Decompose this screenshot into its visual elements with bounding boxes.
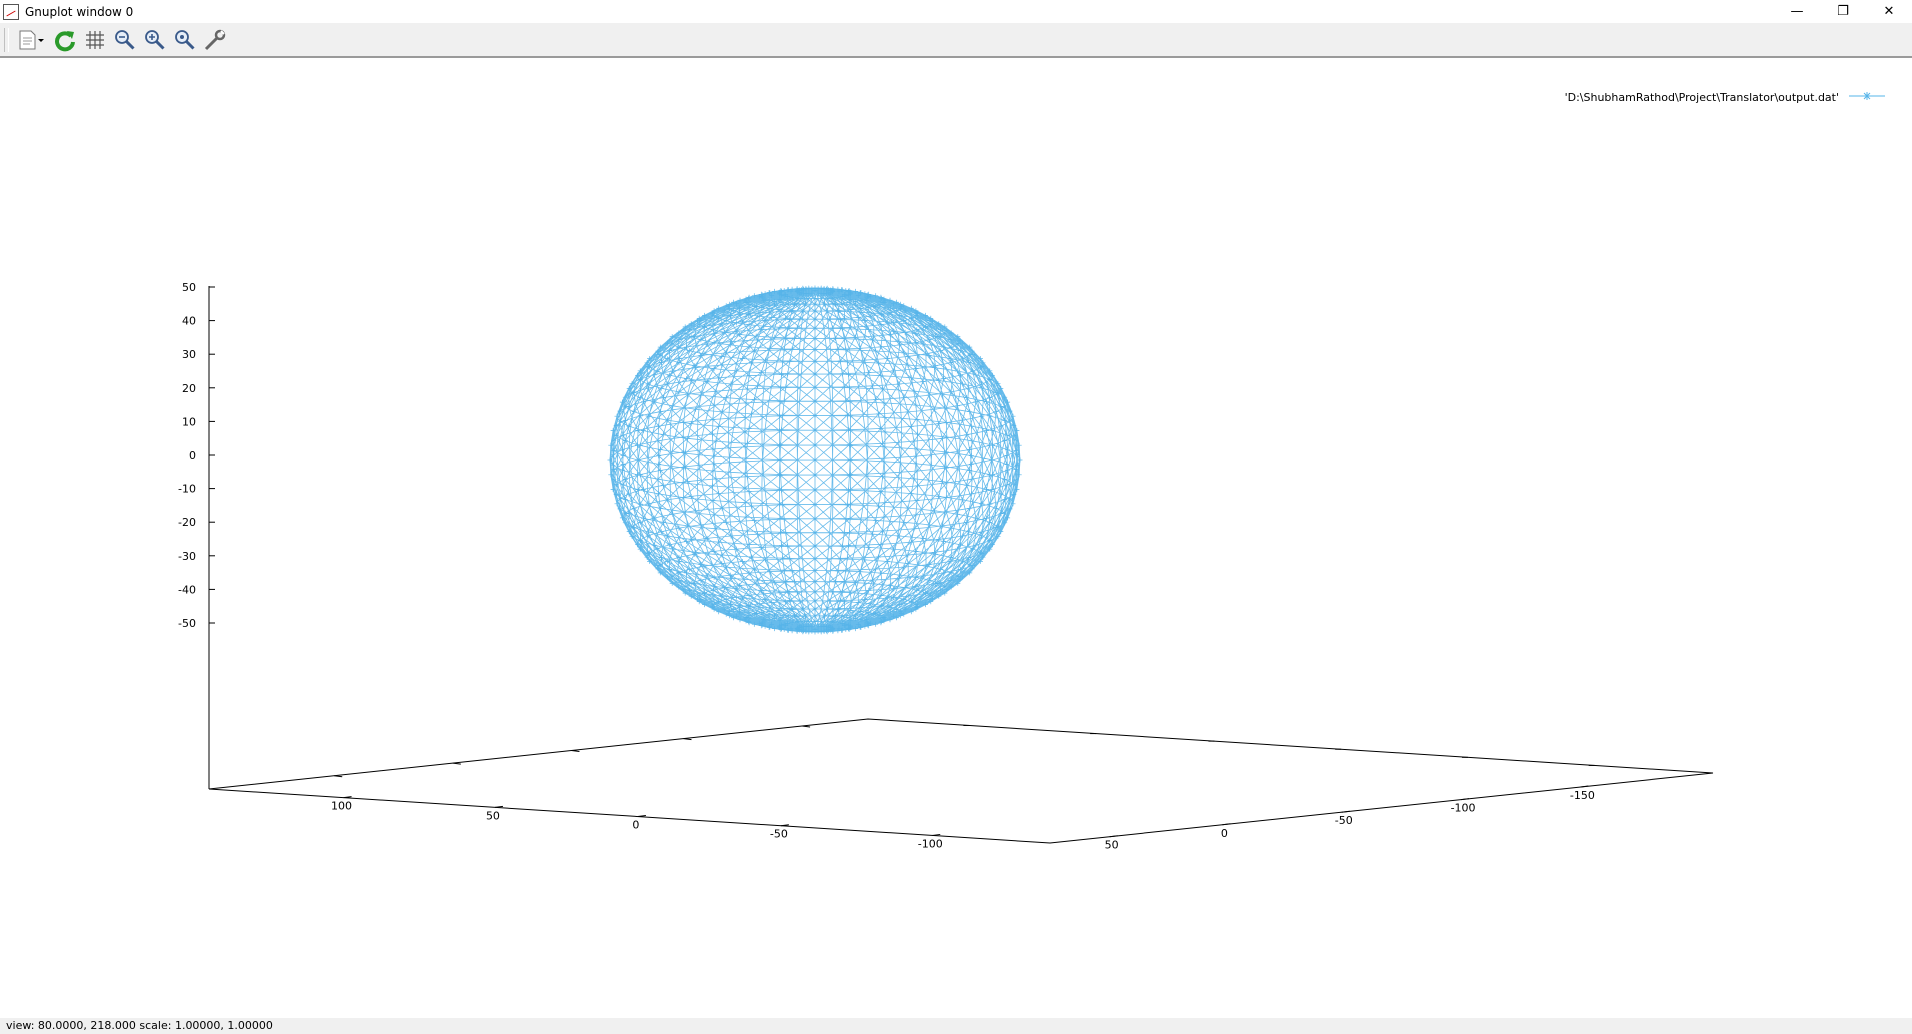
status-text: view: 80.0000, 218.000 scale: 1.00000, 1… [6, 1019, 273, 1032]
z-tick-label: -20 [178, 516, 196, 529]
x-tick [932, 833, 941, 836]
plot-svg: 'D:\ShubhamRathod\Project\Translator\out… [178, 91, 1885, 852]
window-title: Gnuplot window 0 [25, 4, 134, 19]
refresh-icon [55, 30, 75, 51]
y-tick [1109, 835, 1118, 838]
autoscale-button[interactable] [172, 26, 198, 54]
z-tick-label: 0 [189, 449, 196, 462]
close-button[interactable]: ✕ [1866, 0, 1912, 23]
plot-canvas[interactable]: 'D:\ShubhamRathod\Project\Translator\out… [0, 58, 1912, 1018]
z-tick-label: -40 [178, 583, 196, 596]
x-tick [343, 796, 352, 799]
restore-button[interactable]: ❐ [1820, 0, 1866, 23]
x-tick [780, 824, 789, 827]
x-tick-label: 100 [331, 800, 352, 813]
y-tick-label: -150 [1570, 789, 1595, 802]
options-button[interactable] [202, 26, 228, 54]
copy-print-menu-button[interactable] [14, 26, 48, 54]
previous-zoom-button[interactable] [112, 26, 138, 54]
z-tick-label: -10 [178, 483, 196, 496]
status-bar: view: 80.0000, 218.000 scale: 1.00000, 1… [0, 1018, 1912, 1034]
zoom-fit-icon [175, 29, 195, 50]
legend-line-sample [1849, 92, 1885, 100]
back-tick [683, 738, 692, 741]
legend-label: 'D:\ShubhamRathod\Project\Translator\out… [1565, 91, 1839, 104]
y-tick [1580, 785, 1589, 788]
x-tick-label: 50 [486, 809, 500, 822]
y-tick-label: 50 [1105, 839, 1119, 852]
sphere-wireframe [607, 285, 1023, 635]
legend: 'D:\ShubhamRathod\Project\Translator\out… [1565, 91, 1885, 104]
next-zoom-button[interactable] [142, 26, 168, 54]
zoom-in-icon [145, 29, 165, 50]
z-tick-label: 40 [182, 315, 196, 328]
legend-marker [1863, 92, 1871, 100]
toolbar [0, 23, 1912, 58]
z-tick-label: -30 [178, 550, 196, 563]
back-tick [452, 762, 461, 765]
z-tick-label: 50 [182, 281, 196, 294]
grid-icon [86, 30, 104, 49]
x-tick-label: -50 [770, 828, 788, 841]
y-tick [1222, 823, 1231, 826]
back-tick [802, 725, 811, 728]
back-tick [334, 775, 343, 778]
sphere-point-markers [607, 285, 1023, 635]
zoom-out-icon [115, 29, 135, 50]
x-tick-label: -100 [918, 837, 943, 850]
toggle-grid-button[interactable] [82, 26, 108, 54]
replot-button[interactable] [52, 26, 78, 54]
z-tick-label: -50 [178, 617, 196, 630]
window-controls: — ❐ ✕ [1774, 0, 1912, 23]
gnuplot-app-icon [3, 3, 19, 20]
y-tick-label: 0 [1221, 827, 1228, 840]
z-tick-label: 20 [182, 382, 196, 395]
title-bar: Gnuplot window 0 — ❐ ✕ [0, 0, 1912, 23]
z-tick-label: 10 [182, 415, 196, 428]
wrench-icon [204, 29, 226, 50]
minimize-button[interactable]: — [1774, 0, 1820, 23]
y-tick-label: -100 [1451, 802, 1476, 815]
x-tick [637, 815, 646, 818]
z-tick-label: 30 [182, 348, 196, 361]
x-tick [494, 805, 504, 808]
back-tick [571, 750, 580, 752]
document-icon [19, 30, 44, 49]
toolbar-grip[interactable] [4, 27, 9, 52]
y-tick [1460, 798, 1470, 801]
y-tick [1341, 810, 1350, 813]
base-plane [208, 718, 1714, 844]
y-tick-label: -50 [1335, 814, 1353, 827]
x-tick-label: 0 [632, 819, 639, 832]
